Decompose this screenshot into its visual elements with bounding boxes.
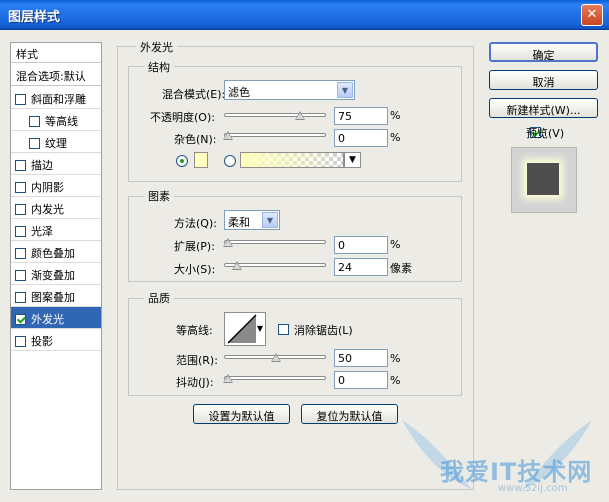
jitter-unit: % (390, 374, 401, 387)
technique-label: 方法(Q): (174, 217, 217, 230)
quality-title: 品质 (144, 290, 174, 306)
checkbox[interactable] (15, 292, 26, 303)
chevron-down-icon: ▼ (337, 82, 353, 98)
outer-glow-title: 外发光 (136, 39, 177, 55)
range-slider-thumb[interactable] (271, 353, 281, 362)
contour-label: 等高线: (176, 324, 213, 337)
blend-mode-value: 滤色 (228, 86, 250, 99)
opacity-input[interactable]: 75 (334, 107, 388, 125)
style-item-stroke[interactable]: 描边 (11, 153, 101, 175)
jitter-input[interactable]: 0 (334, 371, 388, 389)
style-item-contour[interactable]: 等高线 (11, 109, 101, 131)
checkbox[interactable] (15, 270, 26, 281)
opacity-label: 不透明度(O): (150, 111, 215, 124)
style-item-gradient-overlay[interactable]: 渐变叠加 (11, 263, 101, 285)
opacity-slider-thumb[interactable] (295, 111, 305, 120)
contour-curve-icon (227, 314, 257, 344)
contour-chevron-down-icon[interactable]: ▼ (257, 324, 263, 333)
anti-alias-label: 消除锯齿(L) (294, 324, 353, 337)
noise-label: 杂色(N): (174, 133, 217, 146)
checkbox[interactable] (15, 204, 26, 215)
gradient-preview[interactable] (240, 152, 344, 168)
size-input[interactable]: 24 (334, 258, 388, 276)
anti-alias-checkbox[interactable] (278, 324, 289, 335)
blend-mode-select[interactable]: 滤色 ▼ (224, 80, 355, 100)
title-bar[interactable]: 图层样式 ✕ (0, 0, 609, 30)
style-item-outer-glow[interactable]: 外发光 (11, 307, 101, 329)
style-item-drop-shadow[interactable]: 投影 (11, 329, 101, 351)
range-label: 范围(R): (176, 354, 218, 367)
contour-picker[interactable]: ▼ (224, 312, 266, 346)
checkbox[interactable] (15, 226, 26, 237)
cancel-button[interactable]: 取消 (489, 70, 598, 90)
chevron-down-icon: ▼ (262, 212, 278, 228)
watermark-url: www.52ij.com (498, 483, 568, 494)
close-icon[interactable]: ✕ (581, 4, 603, 26)
technique-select[interactable]: 柔和 ▼ (224, 210, 280, 230)
watermark-text: 我爱IT技术网 (440, 458, 593, 486)
noise-slider-thumb[interactable] (223, 131, 233, 140)
elements-title: 图素 (144, 188, 174, 204)
style-item-satin[interactable]: 光泽 (11, 219, 101, 241)
checkbox[interactable] (15, 336, 26, 347)
size-slider-thumb[interactable] (232, 261, 243, 270)
noise-input[interactable]: 0 (334, 129, 388, 147)
checkbox[interactable] (15, 182, 26, 193)
spread-input[interactable]: 0 (334, 236, 388, 254)
style-item-inner-shadow[interactable]: 内阴影 (11, 175, 101, 197)
gradient-chevron-down-icon[interactable]: ▼ (344, 152, 361, 168)
structure-title: 结构 (144, 59, 174, 75)
style-item-texture[interactable]: 纹理 (11, 131, 101, 153)
styles-list-header[interactable]: 样式 (11, 43, 101, 63)
spread-slider-thumb[interactable] (223, 238, 233, 247)
checkbox[interactable] (15, 160, 26, 171)
style-preview (511, 147, 577, 213)
style-item-color-overlay[interactable]: 颜色叠加 (11, 241, 101, 263)
blend-mode-label: 混合模式(E): (162, 88, 226, 101)
checkbox[interactable] (29, 116, 40, 127)
spread-slider-track[interactable] (224, 240, 326, 244)
preview-square (527, 163, 559, 195)
style-item-pattern-overlay[interactable]: 图案叠加 (11, 285, 101, 307)
style-item-inner-glow[interactable]: 内发光 (11, 197, 101, 219)
opacity-slider-track[interactable] (224, 113, 326, 117)
jitter-slider-track[interactable] (224, 376, 326, 380)
jitter-label: 抖动(J): (176, 376, 214, 389)
glow-color-swatch[interactable] (194, 152, 208, 168)
solid-color-radio[interactable] (176, 155, 188, 167)
size-unit: 像素 (390, 262, 412, 275)
styles-list: 样式 混合选项:默认 斜面和浮雕 等高线 纹理 描边 内阴影 内发光 光泽 颜色… (10, 42, 102, 490)
new-style-button[interactable]: 新建样式(W)... (489, 98, 598, 118)
check-icon[interactable] (15, 314, 26, 325)
style-item-bevel-emboss[interactable]: 斜面和浮雕 (11, 87, 101, 109)
reset-default-button[interactable]: 复位为默认值 (301, 404, 398, 424)
size-label: 大小(S): (174, 263, 216, 276)
jitter-slider-thumb[interactable] (223, 374, 233, 383)
range-unit: % (390, 352, 401, 365)
opacity-unit: % (390, 109, 401, 122)
checkbox[interactable] (15, 94, 26, 105)
window-title: 图层样式 (8, 10, 61, 25)
ok-button[interactable]: 确定 (489, 42, 598, 62)
noise-unit: % (390, 131, 401, 144)
spread-unit: % (390, 238, 401, 251)
checkbox[interactable] (15, 248, 26, 259)
blend-options-item[interactable]: 混合选项:默认 (11, 64, 101, 86)
gradient-radio[interactable] (224, 155, 236, 167)
make-default-button[interactable]: 设置为默认值 (193, 404, 290, 424)
range-input[interactable]: 50 (334, 349, 388, 367)
preview-label: 预览(V) (526, 127, 565, 140)
noise-slider-track[interactable] (224, 133, 326, 137)
spread-label: 扩展(P): (174, 240, 215, 253)
checkbox[interactable] (29, 138, 40, 149)
technique-value: 柔和 (228, 216, 250, 229)
